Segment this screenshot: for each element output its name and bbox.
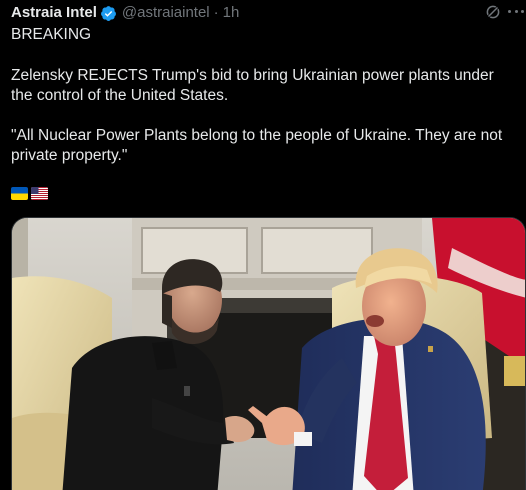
- headline-text: Zelensky REJECTS Trump's bid to bring Uk…: [11, 67, 499, 104]
- author-handle[interactable]: @astraiaintel: [122, 3, 210, 23]
- separator-dot: ·: [213, 4, 219, 21]
- quote-text: "All Nuclear Power Plants belong to the …: [11, 127, 507, 164]
- more-options-icon[interactable]: [508, 10, 524, 14]
- ukraine-flag-emoji: [11, 187, 28, 200]
- flag-emojis: [11, 187, 48, 201]
- grok-icon[interactable]: [484, 3, 502, 21]
- author-display-name[interactable]: Astraia Intel: [11, 3, 97, 23]
- us-flag-emoji: [31, 187, 48, 200]
- photo-image: [12, 218, 525, 490]
- tweet-text: BREAKING Zelensky REJECTS Trump's bid to…: [11, 25, 516, 186]
- breaking-label: BREAKING: [11, 26, 92, 43]
- tweet-header: Astraia Intel @astraiaintel · 1h: [11, 3, 239, 23]
- post-timestamp[interactable]: 1h: [223, 3, 240, 23]
- tweet-photo[interactable]: [11, 217, 526, 490]
- verified-badge-icon: [100, 5, 116, 21]
- tweet[interactable]: Astraia Intel @astraiaintel · 1h BREAKIN…: [0, 0, 526, 490]
